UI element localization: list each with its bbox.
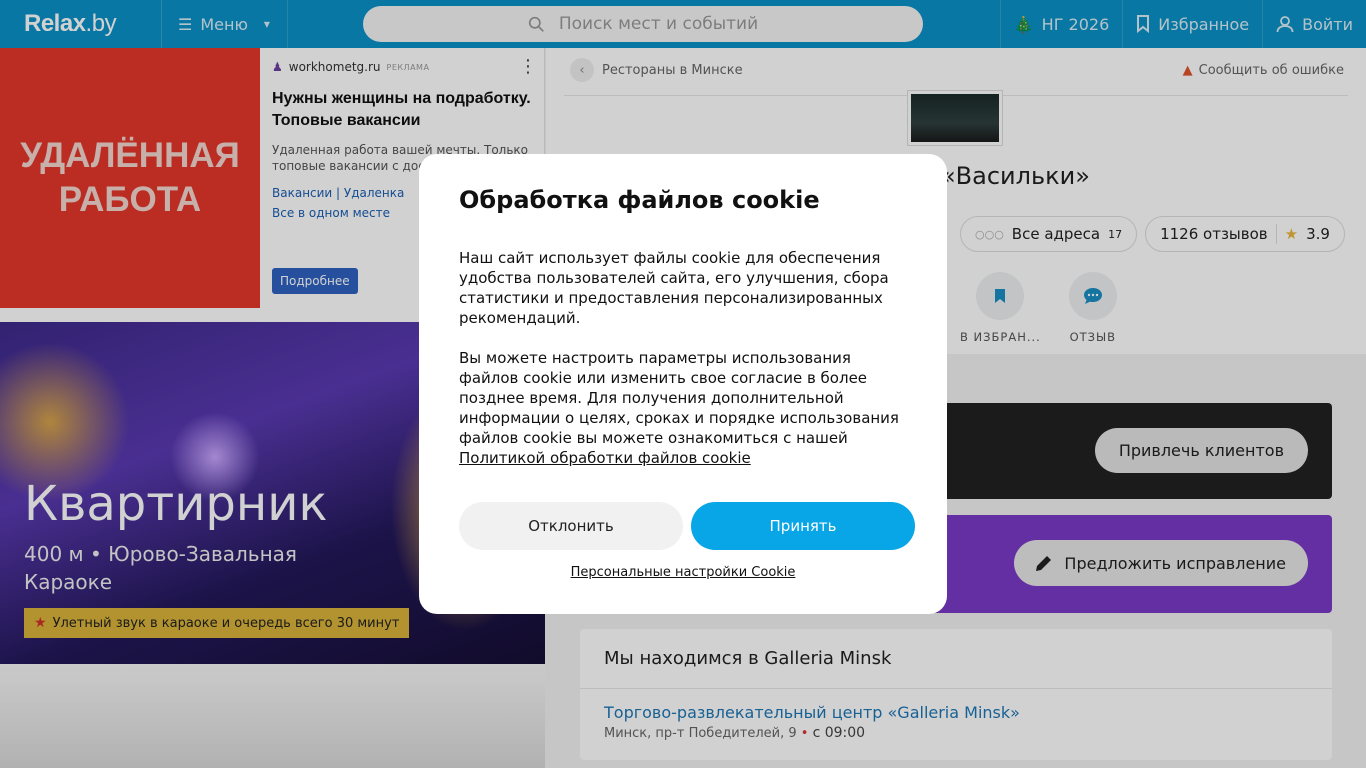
cookie-policy-link[interactable]: Политикой обработки файлов cookie	[459, 449, 751, 467]
cookie-buttons: Отклонить Принять	[459, 502, 915, 550]
cookie-text: Наш сайт использует файлы cookie для обе…	[459, 249, 889, 327]
accept-button[interactable]: Принять	[691, 502, 915, 550]
cookie-dialog: Обработка файлов cookie Наш сайт использ…	[419, 154, 947, 614]
cookie-title: Обработка файлов cookie	[459, 186, 820, 214]
cookie-settings-link[interactable]: Персональные настройки Cookie	[419, 565, 947, 580]
cookie-text-2: Вы можете настроить параметры использова…	[459, 348, 907, 468]
cookie-text-2-body: Вы можете настроить параметры использова…	[459, 349, 899, 447]
decline-button[interactable]: Отклонить	[459, 502, 683, 550]
